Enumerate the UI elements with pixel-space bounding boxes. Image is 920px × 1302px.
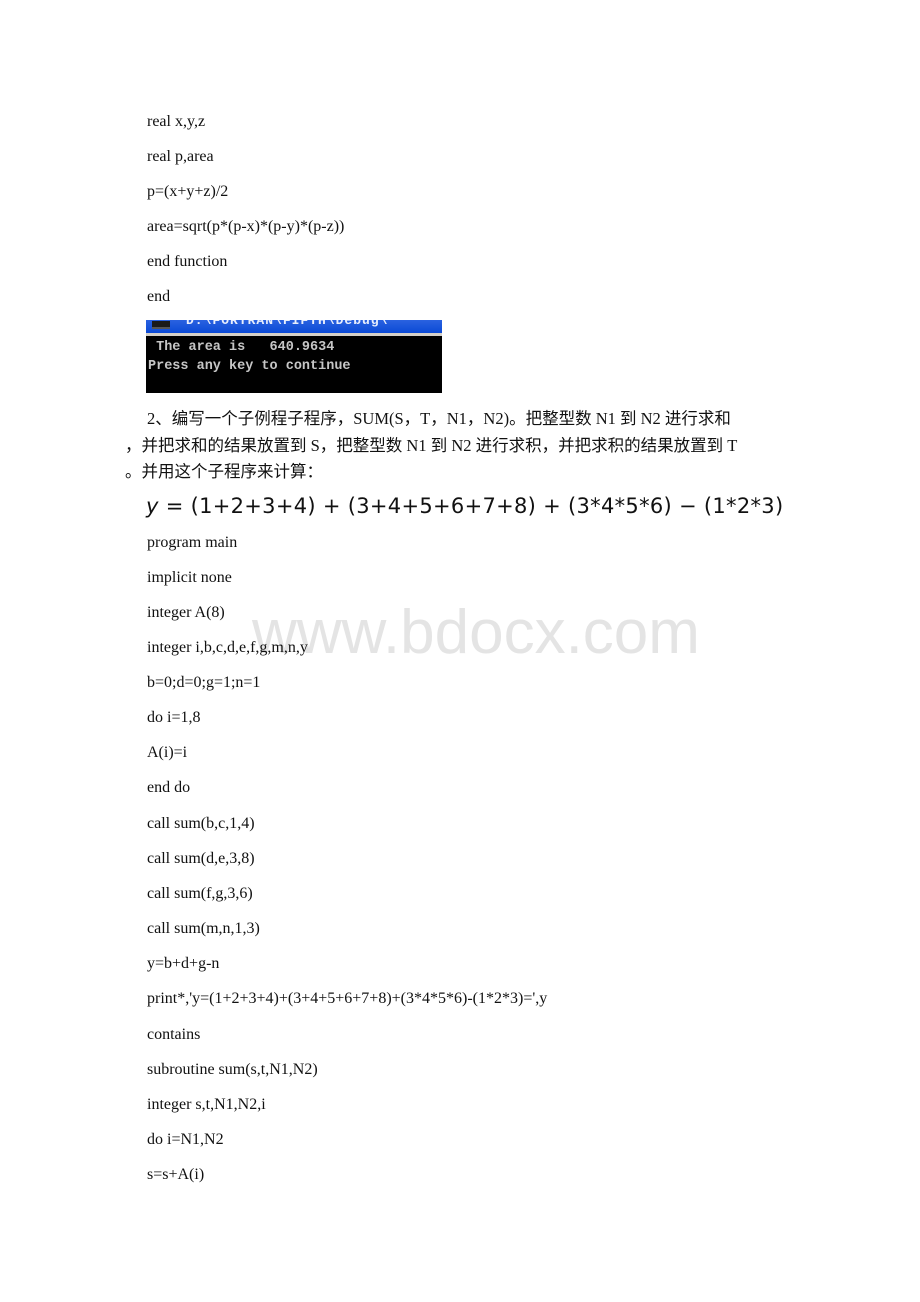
problem-text-line-2: ，并把求和的结果放置到 S，把整型数 N1 到 N2 进行求积，并把求积的结果放…: [125, 436, 738, 455]
console-output-line: Press any key to continue: [148, 359, 351, 374]
code-line: end do: [147, 779, 191, 796]
code-line: call sum(f,g,3,6): [147, 885, 253, 902]
code-line: subroutine sum(s,t,N1,N2): [147, 1061, 318, 1078]
code-line: integer i,b,c,d,e,f,g,m,n,y: [147, 639, 308, 656]
problem-text-line-1: 2、编写一个子例程子程序，SUM(S，T，N1，N2)。把整型数 N1 到 N2…: [147, 409, 731, 428]
code-line: print*,'y=(1+2+3+4)+(3+4+5+6+7+8)+(3*4*5…: [147, 990, 548, 1007]
code-line: do i=1,8: [147, 709, 201, 726]
code-line: y=b+d+g-n: [147, 955, 220, 972]
console-titlebar: D:\FORTRAN\FIFTH\Debug\: [146, 320, 442, 336]
code-line: call sum(b,c,1,4): [147, 815, 255, 832]
code-line: integer s,t,N1,N2,i: [147, 1096, 266, 1113]
code-line: program main: [147, 534, 238, 551]
console-output-line: The area is 640.9634: [148, 340, 335, 355]
formula: y = (1+2+3+4) + (3+4+5+6+7+8) + (3*4*5*6…: [146, 492, 783, 520]
code-line: real p,area: [147, 148, 214, 165]
code-line: end: [147, 288, 171, 305]
code-line: A(i)=i: [147, 744, 188, 761]
code-line: call sum(d,e,3,8): [147, 850, 255, 867]
code-line: contains: [147, 1026, 201, 1043]
formula-lhs: y: [146, 494, 159, 518]
code-line: do i=N1,N2: [147, 1131, 224, 1148]
watermark: www.bdocx.com: [252, 598, 700, 667]
code-line: real x,y,z: [147, 113, 206, 130]
code-line: implicit none: [147, 569, 232, 586]
console-screenshot: D:\FORTRAN\FIFTH\Debug\ The area is 640.…: [146, 320, 442, 393]
formula-rhs: = (1+2+3+4) + (3+4+5+6+7+8) + (3*4*5*6) …: [158, 494, 784, 518]
code-line: end function: [147, 253, 228, 270]
console-window-icon: [152, 321, 170, 329]
code-line: s=s+A(i): [147, 1166, 205, 1183]
code-line: integer A(8): [147, 604, 225, 621]
console-output: The area is 640.9634 Press any key to con…: [148, 338, 351, 376]
console-title: D:\FORTRAN\FIFTH\Debug\: [186, 320, 389, 328]
code-line: area=sqrt(p*(p-x)*(p-y)*(p-z)): [147, 218, 345, 235]
problem-text-line-3: 。并用这个子程序来计算：: [125, 462, 323, 481]
code-line: p=(x+y+z)/2: [147, 183, 229, 200]
code-line: b=0;d=0;g=1;n=1: [147, 674, 261, 691]
code-line: call sum(m,n,1,3): [147, 920, 260, 937]
